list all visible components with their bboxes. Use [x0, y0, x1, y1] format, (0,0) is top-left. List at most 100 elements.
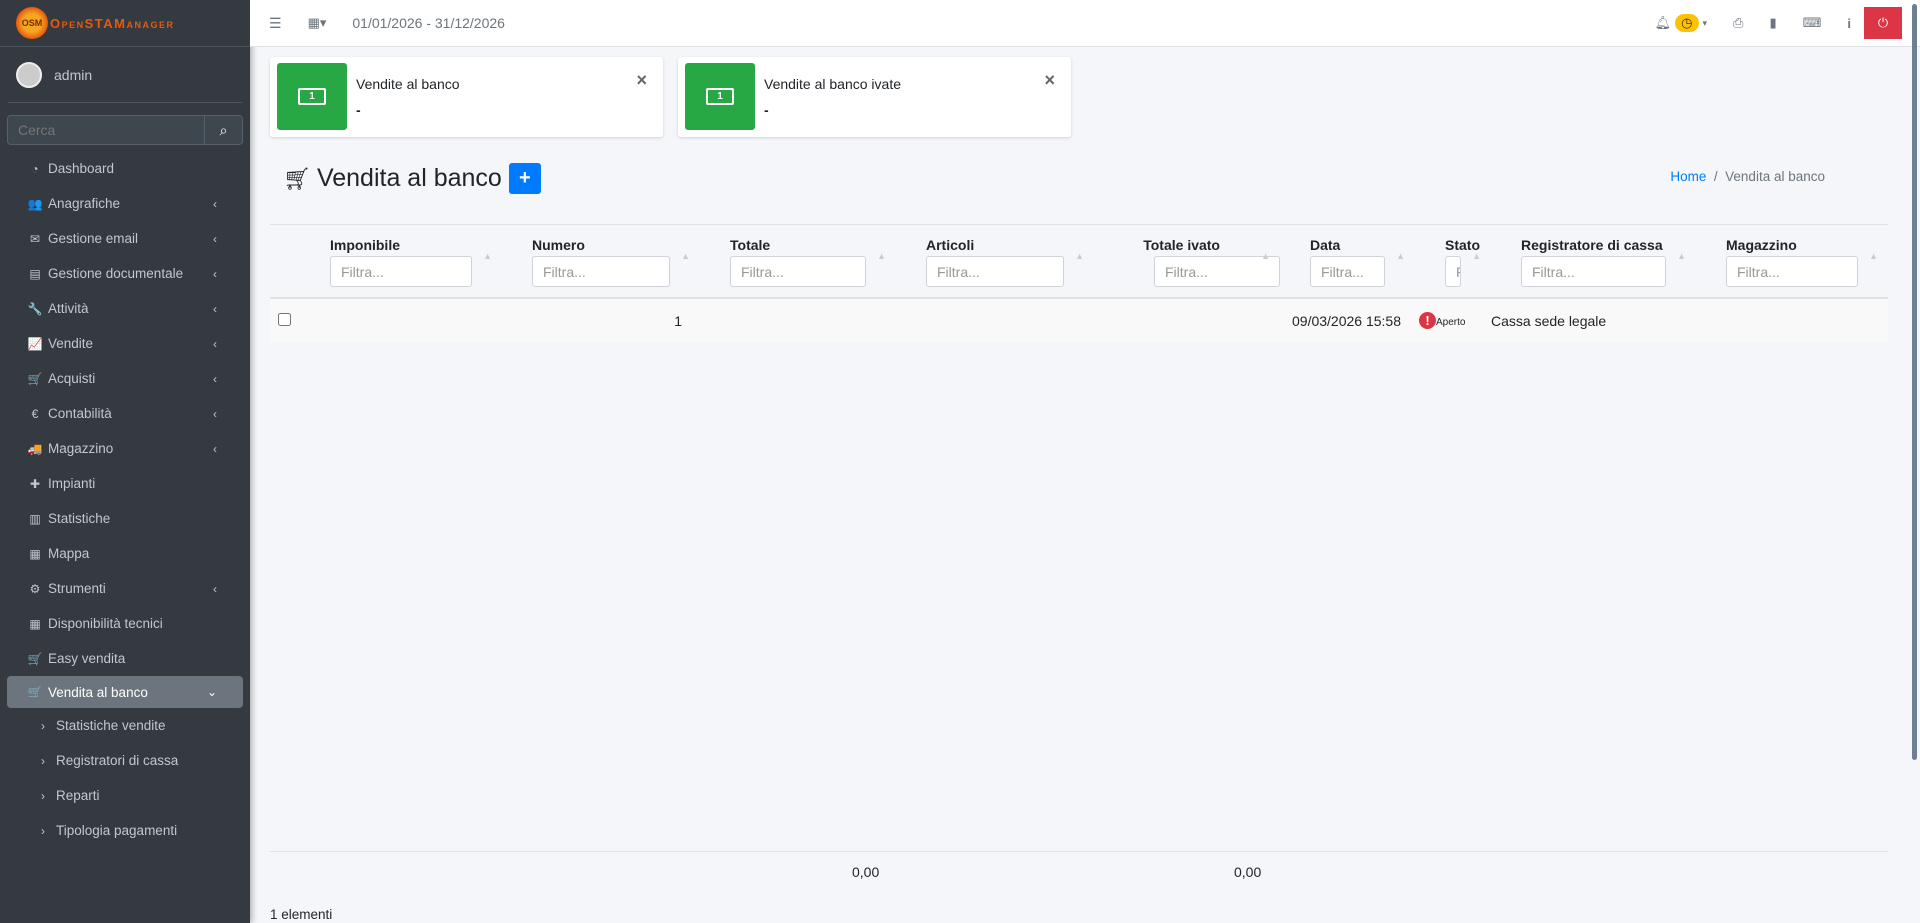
sidebar-item-label: Impianti	[48, 476, 96, 491]
filter-input-numero[interactable]	[532, 256, 670, 287]
column-label: Imponibile	[330, 237, 400, 253]
sidebar-item-impianti[interactable]: ✚ Impianti	[7, 466, 243, 501]
envelope-icon: ✉	[29, 231, 41, 246]
breadcrumb: Home / Vendita al banco	[1670, 169, 1825, 184]
clock-icon[interactable]: ◷	[1675, 14, 1699, 32]
sidebar-item-disponibilit-tecnici[interactable]: ▦ Disponibilità tecnici	[7, 606, 243, 641]
sidebar-item-contabilit-[interactable]: € Contabilità ‹	[7, 396, 243, 431]
sidebar-item-vendita-al-banco[interactable]: 🛒 Vendita al banco ⌄	[7, 676, 243, 708]
column-header-registratore[interactable]: Registratore di cassa ▲	[1491, 224, 1696, 299]
column-label: Numero	[532, 237, 585, 253]
sidebar-item-vendite[interactable]: 📈 Vendite ‹	[7, 326, 243, 361]
cart-icon: 🛒	[27, 371, 43, 386]
sidebar-item-label: Dashboard	[48, 161, 115, 176]
cell-imponibile	[300, 298, 502, 342]
logo-text: OpenSTAManager	[50, 15, 175, 31]
print-icon[interactable]: ⎙	[1733, 15, 1743, 31]
sidebar-item-statistiche[interactable]: ▥ Statistiche	[7, 501, 243, 536]
table-row[interactable]: 1 09/03/2026 15:58 ! Aperto Cassa sede le…	[270, 298, 1888, 342]
period-label[interactable]: 01/01/2026 - 31/12/2026	[352, 15, 505, 31]
column-header-imponibile[interactable]: Imponibile ▲	[300, 224, 502, 299]
cell-registratore: Cassa sede legale	[1491, 298, 1696, 342]
bell-icon[interactable]: 🔔︎	[1655, 15, 1672, 31]
column-header-totale-ivato[interactable]: Totale ivato ▲	[1094, 224, 1280, 299]
power-icon: ⏻	[1877, 15, 1889, 30]
puzzle-icon: ✚	[29, 476, 41, 491]
card-title: Vendite al banco ivate	[764, 76, 901, 92]
brand-logo[interactable]: OSM OpenSTAManager	[0, 0, 250, 47]
menu-toggle-icon[interactable]: ☰	[269, 15, 282, 32]
sidebar-item-attivit-[interactable]: 🔧 Attività ‹	[7, 291, 243, 326]
sidebar-item-magazzino[interactable]: 🚚 Magazzino ‹	[7, 431, 243, 466]
chevron-left-icon: ‹	[213, 231, 217, 246]
row-checkbox[interactable]	[278, 312, 291, 326]
sidebar-item-label: Registratori di cassa	[56, 753, 179, 768]
add-button[interactable]: +	[508, 163, 541, 194]
logout-button[interactable]: ⏻	[1864, 7, 1902, 39]
filter-input-totale[interactable]	[730, 256, 866, 287]
cell-numero: 1	[502, 298, 700, 342]
column-header-articoli[interactable]: Articoli ▲	[896, 224, 1094, 299]
filter-input-registratore[interactable]	[1521, 256, 1666, 287]
sidebar-item-reparti[interactable]: › Reparti	[7, 778, 243, 813]
sidebar-item-label: Disponibilità tecnici	[48, 616, 163, 631]
book-icon[interactable]: ▮	[1769, 15, 1776, 31]
select-column	[270, 224, 300, 299]
filter-input-imponibile[interactable]	[330, 256, 472, 287]
sidebar-item-easy-vendita[interactable]: 🛒 Easy vendita	[7, 641, 243, 676]
sidebar-item-statistiche-vendite[interactable]: › Statistiche vendite	[7, 708, 243, 743]
euro-icon: €	[31, 406, 39, 421]
sidebar-item-tipologia-pagamenti[interactable]: › Tipologia pagamenti	[7, 813, 243, 848]
column-header-magazzino[interactable]: Magazzino ▲	[1696, 224, 1888, 299]
sort-icon[interactable]: ▲	[1869, 251, 1878, 261]
sidebar-item-dashboard[interactable]: ◔ Dashboard	[7, 151, 243, 186]
column-header-stato[interactable]: Stato▲	[1415, 224, 1491, 299]
bar-chart-icon: ▥	[29, 511, 41, 526]
column-header-data[interactable]: Data▲	[1280, 224, 1415, 299]
sort-icon[interactable]: ▲	[1677, 251, 1686, 261]
sidebar-item-label: Statistiche vendite	[56, 718, 166, 733]
card-value: -	[764, 102, 769, 118]
sort-icon[interactable]: ▲	[1075, 251, 1084, 261]
sidebar-item-registratori-di-cassa[interactable]: › Registratori di cassa	[7, 743, 243, 778]
calendar-dropdown-icon[interactable]: ▦▾	[308, 15, 327, 31]
cart-icon: 🛒	[27, 685, 43, 699]
sidebar-item-gestione-email[interactable]: ✉ Gestione email ‹	[7, 221, 243, 256]
sort-icon[interactable]: ▲	[1472, 251, 1481, 261]
sort-icon[interactable]: ▲	[483, 251, 492, 261]
chevron-down-icon: ⌄	[206, 685, 217, 699]
caret-down-icon[interactable]: ▾	[1703, 18, 1708, 29]
close-icon[interactable]: ×	[1044, 70, 1055, 91]
sidebar-item-strumenti[interactable]: ⚙ Strumenti ‹	[7, 571, 243, 606]
breadcrumb-home[interactable]: Home	[1670, 169, 1706, 184]
filter-input-data[interactable]	[1310, 256, 1385, 287]
column-header-numero[interactable]: Numero ▲	[502, 224, 700, 299]
column-header-totale[interactable]: Totale ▲	[700, 224, 896, 299]
sidebar-item-label: Statistiche	[48, 511, 111, 526]
close-icon[interactable]: ×	[636, 70, 647, 91]
sort-icon[interactable]: ▲	[1396, 251, 1405, 261]
keyboard-icon[interactable]: ⌨	[1803, 15, 1822, 31]
money-icon: 1	[277, 63, 347, 130]
gear-logo-icon: OSM	[16, 7, 48, 39]
sidebar-item-acquisti[interactable]: 🛒 Acquisti ‹	[7, 361, 243, 396]
filter-input-stato[interactable]	[1445, 256, 1461, 287]
info-icon[interactable]: i	[1847, 16, 1851, 31]
user-panel[interactable]: admin	[8, 47, 242, 103]
scrollbar[interactable]	[1912, 4, 1917, 760]
sort-icon[interactable]: ▲	[877, 251, 886, 261]
sidebar-search: ⌕	[7, 115, 243, 145]
filter-input-articoli[interactable]	[926, 256, 1064, 287]
sidebar-item-label: Gestione email	[48, 231, 139, 246]
sidebar-item-anagrafiche[interactable]: 👥 Anagrafiche ‹	[7, 186, 243, 221]
sidebar-item-mappa[interactable]: ▦ Mappa	[7, 536, 243, 571]
search-button[interactable]: ⌕	[204, 116, 242, 144]
sort-icon[interactable]: ▲	[681, 251, 690, 261]
chevron-right-icon: ›	[41, 753, 45, 768]
sort-icon[interactable]: ▲	[1261, 251, 1270, 261]
filter-input-magazzino[interactable]	[1726, 256, 1858, 287]
topbar: ☰ ▦▾ 01/01/2026 - 31/12/2026 🔔︎ ◷ ▾ ⎙ ▮ …	[250, 0, 1920, 47]
search-input[interactable]	[8, 116, 204, 144]
sidebar-item-gestione-documentale[interactable]: ▤ Gestione documentale ‹	[7, 256, 243, 291]
cart-icon: 🛒︎	[283, 165, 311, 191]
